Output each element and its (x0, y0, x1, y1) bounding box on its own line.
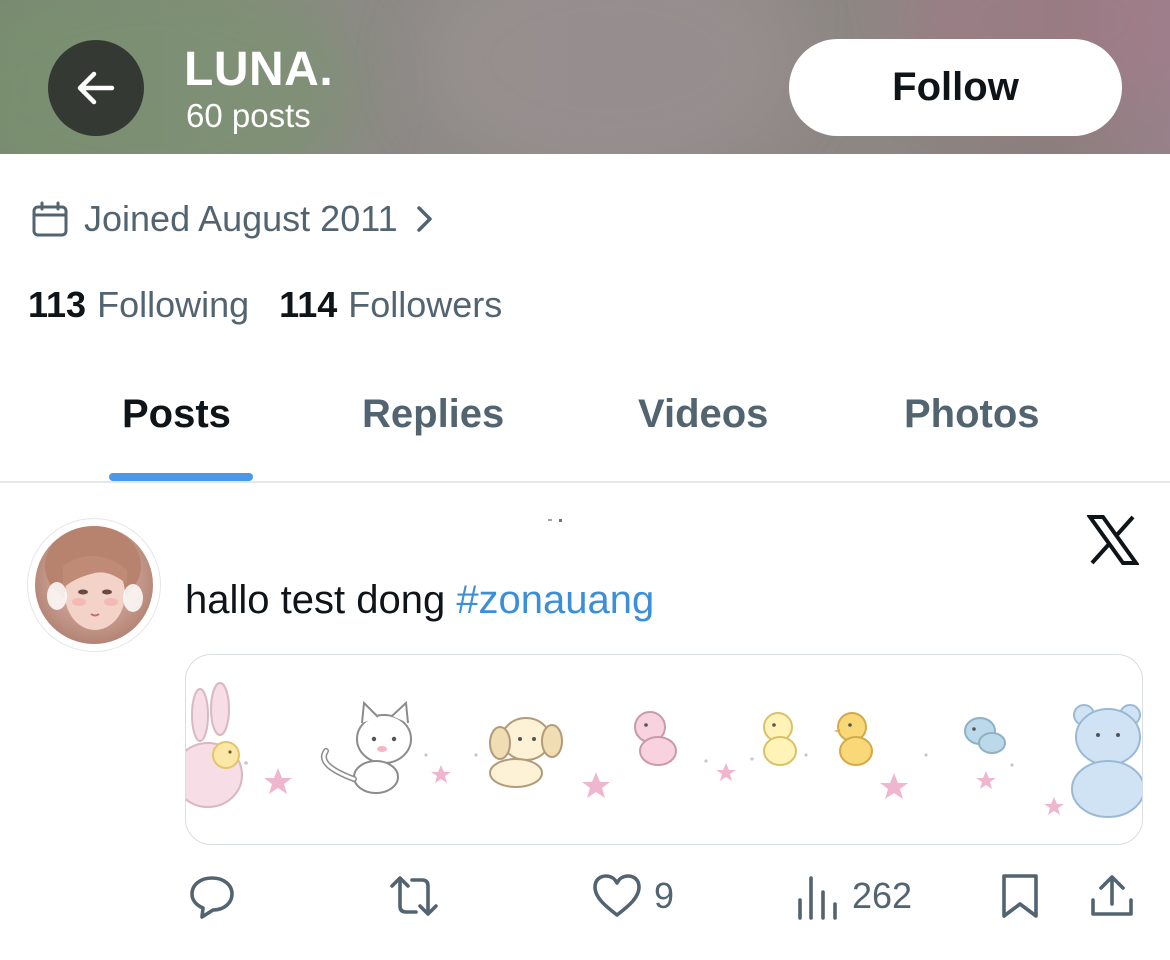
profile-name: LUNA. (184, 43, 334, 96)
like-button[interactable]: 9 (592, 870, 674, 922)
bookmark-icon (1002, 874, 1038, 918)
tab-posts[interactable]: Posts (122, 392, 231, 437)
like-count: 9 (654, 875, 675, 916)
share-button[interactable] (1088, 870, 1136, 922)
following-link[interactable]: 113 Following (28, 284, 249, 326)
arrow-left-icon (77, 71, 115, 105)
joined-date-label: Joined August 2011 (84, 198, 398, 239)
followers-count: 114 (279, 284, 338, 325)
share-icon (1091, 875, 1133, 916)
profile-tabs: Posts Replies Videos Photos (0, 370, 1170, 482)
views-chart-icon (798, 876, 837, 920)
back-button[interactable] (48, 40, 144, 136)
post-text: hallo test dong #zonauang (185, 577, 654, 623)
followers-label: Followers (348, 284, 503, 325)
follow-button[interactable]: Follow (789, 39, 1122, 136)
followers-link[interactable]: 114 Followers (279, 284, 502, 326)
hashtag-link[interactable]: #zonauang (456, 578, 654, 622)
post-media-image[interactable] (185, 654, 1143, 845)
views-count: 262 (852, 875, 913, 916)
follow-stats: 113 Following 114 Followers (28, 282, 502, 328)
pastel-animals-illustration (186, 682, 1142, 818)
tab-photos[interactable]: Photos (904, 392, 1040, 437)
calendar-icon (32, 201, 68, 237)
reply-icon (190, 876, 234, 919)
views-button[interactable]: 262 (796, 870, 912, 922)
tab-replies[interactable]: Replies (362, 392, 504, 437)
avatar[interactable] (28, 519, 160, 651)
reply-button[interactable] (188, 870, 236, 922)
tab-videos[interactable]: Videos (638, 392, 768, 437)
active-tab-indicator (109, 473, 253, 481)
post-count: 60 posts (186, 97, 311, 134)
heart-icon (593, 874, 641, 917)
following-label: Following (97, 284, 250, 325)
bookmark-button[interactable] (998, 870, 1042, 922)
following-count: 113 (28, 284, 87, 325)
repost-icon (390, 876, 438, 916)
profile-header: LUNA. 60 posts Follow (0, 0, 1170, 154)
post-body: hallo test dong (185, 578, 457, 622)
joined-date-row[interactable]: Joined August 2011 (30, 196, 436, 242)
avatar-image (35, 526, 153, 644)
profile-page: LUNA. 60 posts Follow Joined August 2011… (0, 0, 1170, 960)
decorative-mark (548, 519, 562, 522)
chevron-right-icon (416, 206, 432, 232)
repost-button[interactable] (386, 870, 442, 922)
divider (0, 481, 1170, 483)
x-logo-icon (1087, 515, 1139, 565)
